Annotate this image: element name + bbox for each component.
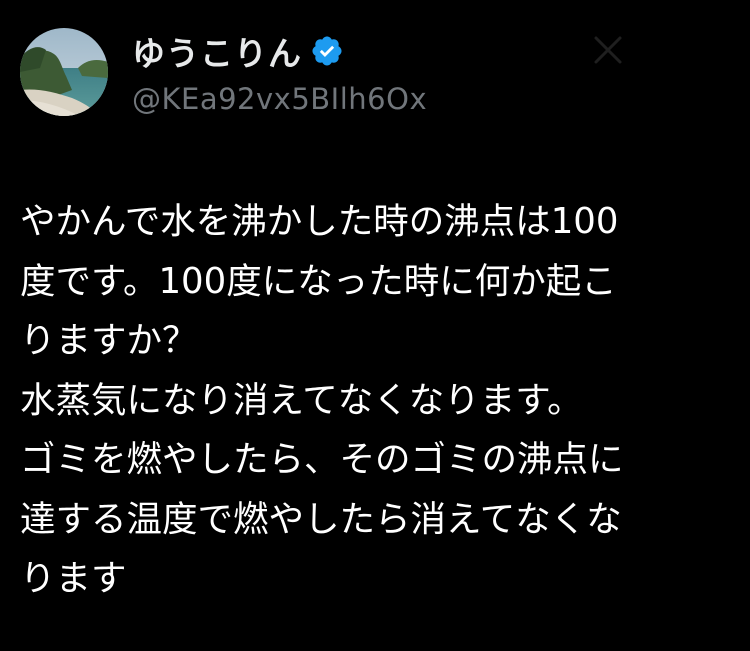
tweet-text-line: 達する温度で燃やしたら消えてなくな — [20, 498, 622, 540]
verified-badge-icon — [310, 34, 344, 68]
tweet-text-line: 水蒸気になり消えてなくなります。 — [20, 379, 583, 421]
display-name[interactable]: ゆうこりん — [132, 27, 302, 75]
avatar[interactable] — [20, 28, 108, 116]
tweet-text-line: やかんで水を沸かした時の沸点は100 — [20, 201, 619, 242]
tweet-text-line: ゴミを燃やしたら、そのゴミの沸点に — [20, 439, 624, 480]
handle[interactable]: @KEa92vx5BIlh6Ox — [132, 82, 427, 116]
tweet-text-line: ります — [20, 558, 127, 599]
author-info: ゆうこりん @KEa92vx5BIlh6Ox — [132, 30, 427, 116]
tweet-card: ゆうこりん @KEa92vx5BIlh6Ox やかんで水を沸かした時の沸点は10… — [0, 0, 750, 651]
name-row: ゆうこりん — [132, 27, 427, 75]
tweet-text-line: 度です。100度になった時に何か起こ — [20, 260, 617, 302]
close-icon[interactable] — [592, 34, 624, 66]
tweet-text-line: りますか？ — [20, 320, 198, 361]
tweet-text: やかんで水を沸かした時の沸点は100 度です。100度になった時に何か起こ りま… — [20, 192, 738, 609]
avatar-photo — [20, 28, 108, 116]
